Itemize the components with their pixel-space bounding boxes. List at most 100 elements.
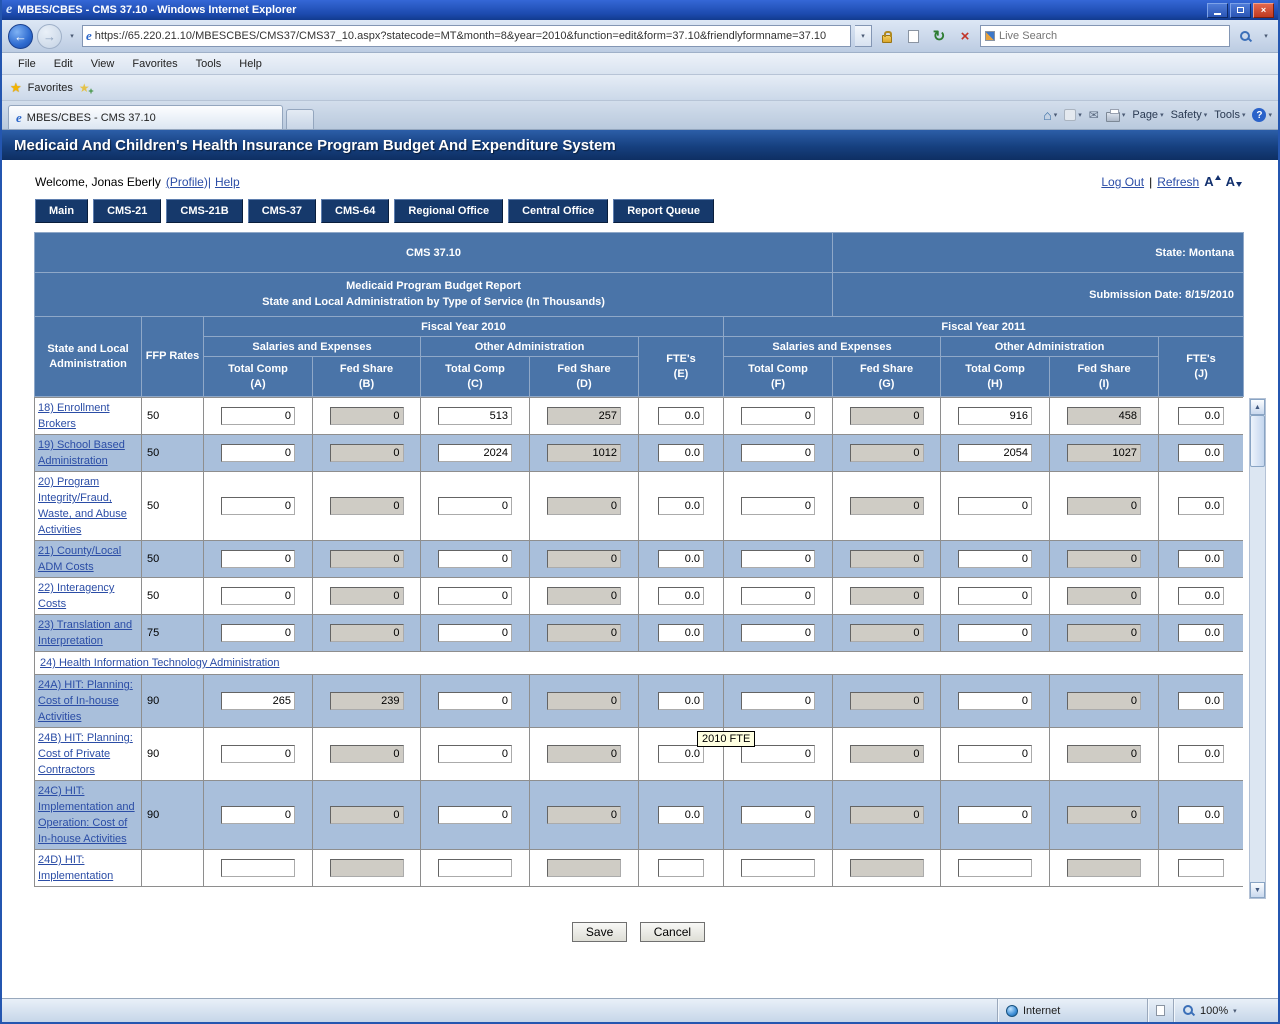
menu-edit[interactable]: Edit [46,56,81,72]
total-comp-input[interactable] [741,407,815,425]
browser-tab[interactable]: e MBES/CBES - CMS 37.10 [8,105,283,129]
nav-tab-report-queue[interactable]: Report Queue [613,199,714,223]
total-comp-input[interactable] [958,497,1032,515]
fte-input[interactable] [1178,859,1224,877]
fte-input[interactable] [658,587,704,605]
nav-tab-cms-37[interactable]: CMS-37 [248,199,316,223]
font-decrease-button[interactable]: A [1226,174,1242,189]
total-comp-input[interactable] [438,444,512,462]
search-options-dropdown[interactable]: ▾ [1260,26,1272,46]
help-button[interactable]: ?▾ [1252,108,1272,122]
history-dropdown[interactable]: ▾ [66,26,78,46]
minimize-button[interactable] [1207,3,1228,18]
safety-menu-button[interactable]: Safety▾ [1171,109,1208,121]
total-comp-input[interactable] [438,624,512,642]
total-comp-input[interactable] [221,745,295,763]
fte-input[interactable] [1178,407,1224,425]
page-menu-button[interactable]: Page▾ [1132,109,1163,121]
total-comp-input[interactable] [958,407,1032,425]
row-label-link[interactable]: 24C) HIT: Implementation and Operation: … [38,785,135,845]
total-comp-input[interactable] [958,587,1032,605]
total-comp-input[interactable] [438,859,512,877]
row-label-link[interactable]: 24) Health Information Technology Admini… [40,657,280,669]
total-comp-input[interactable] [958,444,1032,462]
total-comp-input[interactable] [221,497,295,515]
total-comp-input[interactable] [221,407,295,425]
close-button[interactable]: × [1253,3,1274,18]
new-tab-button[interactable] [286,109,314,129]
fte-input[interactable] [658,806,704,824]
fte-input[interactable] [1178,806,1224,824]
profile-link[interactable]: (Profile)| [166,175,211,189]
favorites-button[interactable]: Favorites [28,82,73,94]
feeds-button[interactable]: ▾ [1064,109,1082,121]
total-comp-input[interactable] [958,806,1032,824]
row-label-link[interactable]: 20) Program Integrity/Fraud, Waste, and … [38,476,127,536]
total-comp-input[interactable] [438,407,512,425]
total-comp-input[interactable] [958,550,1032,568]
url-input[interactable] [95,30,847,42]
home-button[interactable]: ⌂▾ [1043,107,1057,123]
total-comp-input[interactable] [221,806,295,824]
total-comp-input[interactable] [958,859,1032,877]
fte-input[interactable] [1178,745,1224,763]
row-label-link[interactable]: 24B) HIT: Planning: Cost of Private Cont… [38,732,133,776]
fte-input[interactable] [658,407,704,425]
total-comp-input[interactable] [438,806,512,824]
fte-input[interactable] [658,444,704,462]
row-label-link[interactable]: 18) Enrollment Brokers [38,402,110,430]
total-comp-input[interactable] [221,587,295,605]
menu-favorites[interactable]: Favorites [124,56,185,72]
fte-input[interactable] [1178,587,1224,605]
total-comp-input[interactable] [221,859,295,877]
total-comp-input[interactable] [741,745,815,763]
print-button[interactable]: ▾ [1106,109,1126,122]
menu-view[interactable]: View [83,56,123,72]
total-comp-input[interactable] [438,550,512,568]
row-label-link[interactable]: 24D) HIT: Implementation [38,854,113,882]
fte-input[interactable] [1178,497,1224,515]
row-label-link[interactable]: 22) Interagency Costs [38,582,114,610]
nav-tab-central-office[interactable]: Central Office [508,199,608,223]
total-comp-input[interactable] [221,550,295,568]
refresh-button[interactable]: ↻ [928,25,950,47]
total-comp-input[interactable] [438,497,512,515]
total-comp-input[interactable] [741,587,815,605]
total-comp-input[interactable] [438,692,512,710]
row-label-link[interactable]: 24A) HIT: Planning: Cost of In-house Act… [38,679,133,723]
total-comp-input[interactable] [741,444,815,462]
total-comp-input[interactable] [221,444,295,462]
search-field[interactable] [980,25,1230,47]
scroll-down-button[interactable]: ▼ [1250,882,1265,898]
add-to-favorites-icon[interactable]: ★ [79,81,90,95]
row-label-link[interactable]: 23) Translation and Interpretation [38,619,132,647]
help-link[interactable]: Help [215,175,240,189]
total-comp-input[interactable] [741,624,815,642]
stop-button[interactable]: × [954,25,976,47]
scroll-up-button[interactable]: ▲ [1250,399,1265,415]
total-comp-input[interactable] [438,587,512,605]
menu-file[interactable]: File [10,56,44,72]
row-label-link[interactable]: 21) County/Local ADM Costs [38,545,121,573]
total-comp-input[interactable] [438,745,512,763]
table-scrollbar[interactable]: ▲ ▼ [1249,398,1266,899]
fte-input[interactable] [1178,550,1224,568]
read-mail-button[interactable]: ✉ [1089,108,1099,122]
total-comp-input[interactable] [741,692,815,710]
nav-tab-cms-21b[interactable]: CMS-21B [166,199,242,223]
fte-input[interactable] [658,624,704,642]
fte-input[interactable] [658,745,704,763]
fte-input[interactable] [1178,692,1224,710]
total-comp-input[interactable] [958,745,1032,763]
fte-input[interactable] [658,497,704,515]
font-increase-button[interactable]: A [1204,174,1220,189]
nav-tab-main[interactable]: Main [35,199,88,223]
menu-tools[interactable]: Tools [188,56,230,72]
total-comp-input[interactable] [221,624,295,642]
total-comp-input[interactable] [741,806,815,824]
logout-link[interactable]: Log Out [1101,175,1144,189]
row-label-link[interactable]: 19) School Based Administration [38,439,125,467]
url-field[interactable]: e [82,25,851,47]
search-input[interactable] [999,30,1225,42]
scrollbar-thumb[interactable] [1250,415,1265,467]
